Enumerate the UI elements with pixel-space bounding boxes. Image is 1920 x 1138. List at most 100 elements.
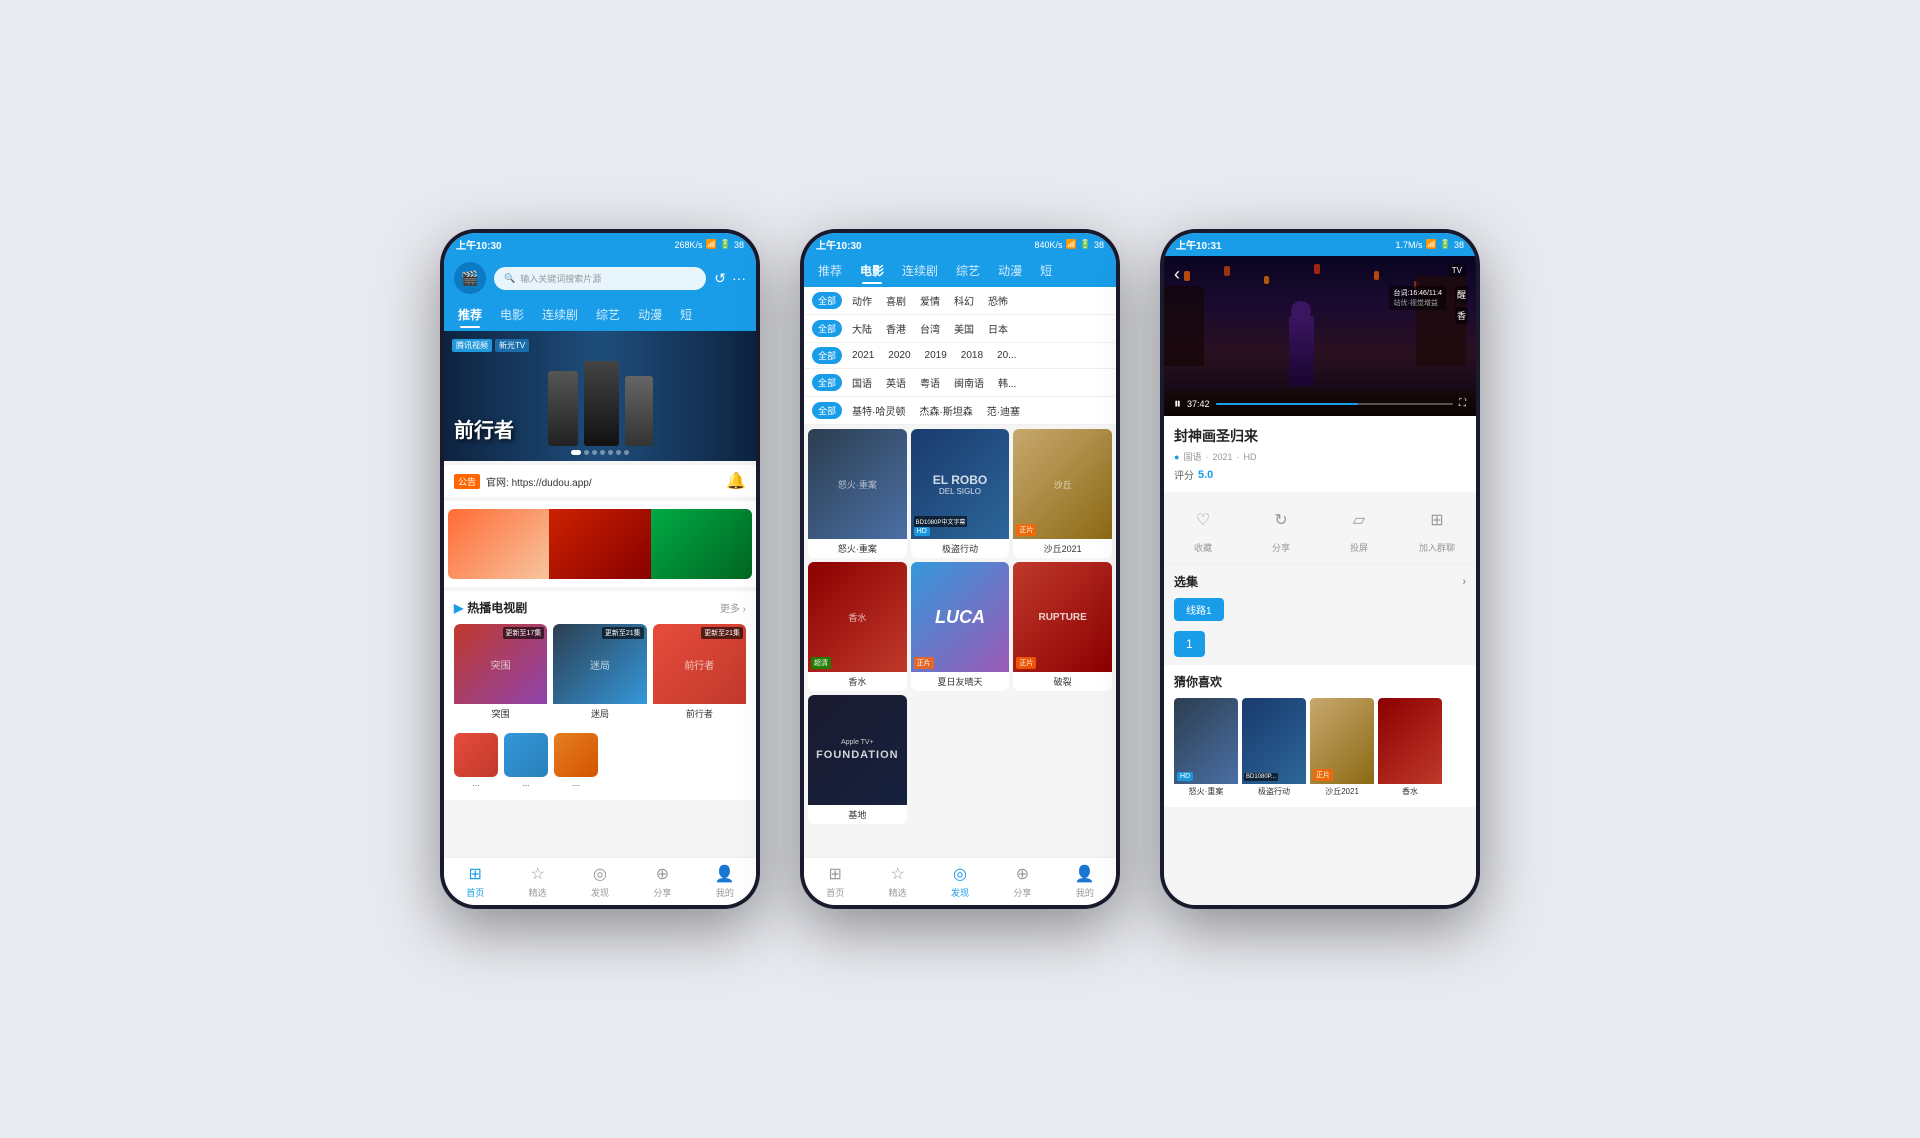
filter-tag-year[interactable]: 全部 [812,347,842,364]
filter-vin[interactable]: 范·迪塞 [983,401,1024,420]
card-luca[interactable]: LUCA 正片 夏日友晴天 [911,562,1010,691]
filter-english[interactable]: 英语 [882,373,910,392]
action-group[interactable]: ⊞ 加入群聊 [1419,502,1455,554]
filter-actor: 全部 基特·哈灵顿 杰森·斯坦森 范·迪塞 [804,397,1116,425]
nav-profile-1[interactable]: 👤 我的 [694,858,756,905]
card-anger[interactable]: 怒火·重案 怒火·重案 [808,429,907,558]
tab-anime-1[interactable]: 动漫 [632,304,668,325]
tab-movie-2[interactable]: 电影 [854,260,890,281]
bell-icon[interactable]: 🔔 [726,471,746,491]
tab-series-2[interactable]: 连续剧 [896,260,944,281]
filter-horror[interactable]: 恐怖 [984,291,1012,310]
badge-3: 更新至21集 [701,627,743,639]
filter-kit[interactable]: 基特·哈灵顿 [848,401,909,420]
action-favorite[interactable]: ♡ 收藏 [1185,502,1221,554]
tab-variety-1[interactable]: 综艺 [590,304,626,325]
route-btn[interactable]: 线路1 [1174,598,1466,621]
back-button[interactable]: ‹ [1174,264,1180,285]
search-bar-1[interactable]: 🔍 输入关键词搜索片源 [494,267,706,290]
nav-select-1[interactable]: ☆ 精选 [506,858,568,905]
filter-tag-actor[interactable]: 全部 [812,402,842,419]
tab-variety-2[interactable]: 综艺 [950,260,986,281]
ep-num[interactable]: 1 [1174,631,1205,657]
card-perf[interactable]: 香水 超清 香水 [808,562,907,691]
rec-rob[interactable]: BD1080P... 极盗行动 [1242,698,1306,799]
filter-romance[interactable]: 爱情 [916,291,944,310]
nav-home-2[interactable]: ⊞ 首页 [804,858,866,905]
filter-tag-genre[interactable]: 全部 [812,292,842,309]
tab-recommend-2[interactable]: 推荐 [812,260,848,281]
tab-movie-1[interactable]: 电影 [494,304,530,325]
movie-card-3[interactable]: 前行者 更新至21集 前行者 [653,624,746,723]
video-player[interactable]: ⏸ 37:42 ⛶ ‹ TV 台词:16:46/11:4 站优·视觉增益 醒 [1164,256,1476,416]
filter-2020[interactable]: 2020 [884,348,914,363]
more-btn-1[interactable]: 更多 › [720,600,746,615]
movie-card-2[interactable]: 迷局 更新至21集 迷局 [553,624,646,723]
discover-icon-2: ◎ [953,864,967,884]
nav-share-1[interactable]: ⊕ 分享 [631,858,693,905]
nav-select-2[interactable]: ☆ 精选 [866,858,928,905]
filter-hk[interactable]: 香港 [882,319,910,338]
status-icons-3: 1.7M/s 📶 🔋 38 [1396,239,1464,250]
filter-2018[interactable]: 2018 [957,348,987,363]
thumb-2[interactable]: ... [504,733,548,788]
lock-icon[interactable]: 香 [1455,307,1468,324]
rec-dune[interactable]: 正片 沙丘2021 [1310,698,1374,799]
movie-meta: ● 国语 · 2021 · HD [1174,450,1466,463]
pause-icon[interactable]: ⏸ [1174,395,1181,412]
speed-icon[interactable]: 醒 [1455,286,1468,303]
filter-korean[interactable]: 韩... [994,373,1020,392]
episodes-label: 选集 › [1174,573,1466,590]
rec-title-perf: 香水 [1378,784,1442,799]
filter-2021[interactable]: 2021 [848,348,878,363]
action-share[interactable]: ↻ 分享 [1263,502,1299,554]
tv-logo: TV [1448,264,1466,277]
group-label: 加入群聊 [1419,541,1455,554]
tab-short-1[interactable]: 短 [674,304,698,325]
filter-jason[interactable]: 杰森·斯坦森 [915,401,976,420]
tab-series-1[interactable]: 连续剧 [536,304,584,325]
nav-share-2[interactable]: ⊕ 分享 [991,858,1053,905]
filter-scifi[interactable]: 科幻 [950,291,978,310]
card-found[interactable]: Apple TV+ FOUNDATION 基地 [808,695,907,824]
tab-short-2[interactable]: 短 [1034,260,1058,281]
promo-banner-1[interactable] [448,509,752,579]
rec-anger[interactable]: HD 怒火·重案 [1174,698,1238,799]
filter-2019[interactable]: 2019 [921,348,951,363]
filter-us[interactable]: 美国 [950,319,978,338]
filter-mandarin[interactable]: 国语 [848,373,876,392]
card-rupture[interactable]: RUPTURE 正片 破裂 [1013,562,1112,691]
filter-action[interactable]: 动作 [848,291,876,310]
filter-tag-region[interactable]: 全部 [812,320,842,337]
episodes-arrow[interactable]: › [1462,576,1466,588]
fullscreen-icon[interactable]: ⛶ [1459,398,1466,409]
nav-home-1[interactable]: ⊞ 首页 [444,858,506,905]
filter-comedy[interactable]: 喜剧 [882,291,910,310]
filter-tag-lang[interactable]: 全部 [812,374,842,391]
menu-icon[interactable]: ··· [732,270,746,287]
filter-cantonese[interactable]: 粤语 [916,373,944,392]
tab-recommend-1[interactable]: 推荐 [452,304,488,325]
banner-1[interactable]: 前行者 腾讯视频 新光TV [444,331,756,461]
tab-anime-2[interactable]: 动漫 [992,260,1028,281]
action-cast[interactable]: ▱ 投屏 [1341,502,1377,554]
rating-value: 5.0 [1198,469,1213,481]
nav-profile-2[interactable]: 👤 我的 [1054,858,1116,905]
nav-discover-2[interactable]: ◎ 发现 [929,858,991,905]
movie-card-1[interactable]: 突围 更新至17集 突围 [454,624,547,723]
filter-minnan[interactable]: 闽南语 [950,373,988,392]
thumb-1[interactable]: ... [454,733,498,788]
rec-perf[interactable]: 香水 [1378,698,1442,799]
status-icons-1: 268K/s 📶 🔋 38 [675,239,744,250]
filter-2017[interactable]: 20... [993,348,1020,363]
refresh-icon[interactable]: ↺ [714,270,726,287]
filter-tw[interactable]: 台湾 [916,319,944,338]
nav-discover-1[interactable]: ◎ 发现 [569,858,631,905]
filter-mainland[interactable]: 大陆 [848,319,876,338]
card-rob[interactable]: EL ROBO DEL SIGLO HD BD1080P中文字幕 极盗行动 [911,429,1010,558]
progress-bar[interactable] [1216,403,1453,405]
card-dune[interactable]: 沙丘 正片 沙丘2021 [1013,429,1112,558]
filter-jp[interactable]: 日本 [984,319,1012,338]
thumb-3[interactable]: ... [554,733,598,788]
filter-year: 全部 2021 2020 2019 2018 20... [804,343,1116,369]
